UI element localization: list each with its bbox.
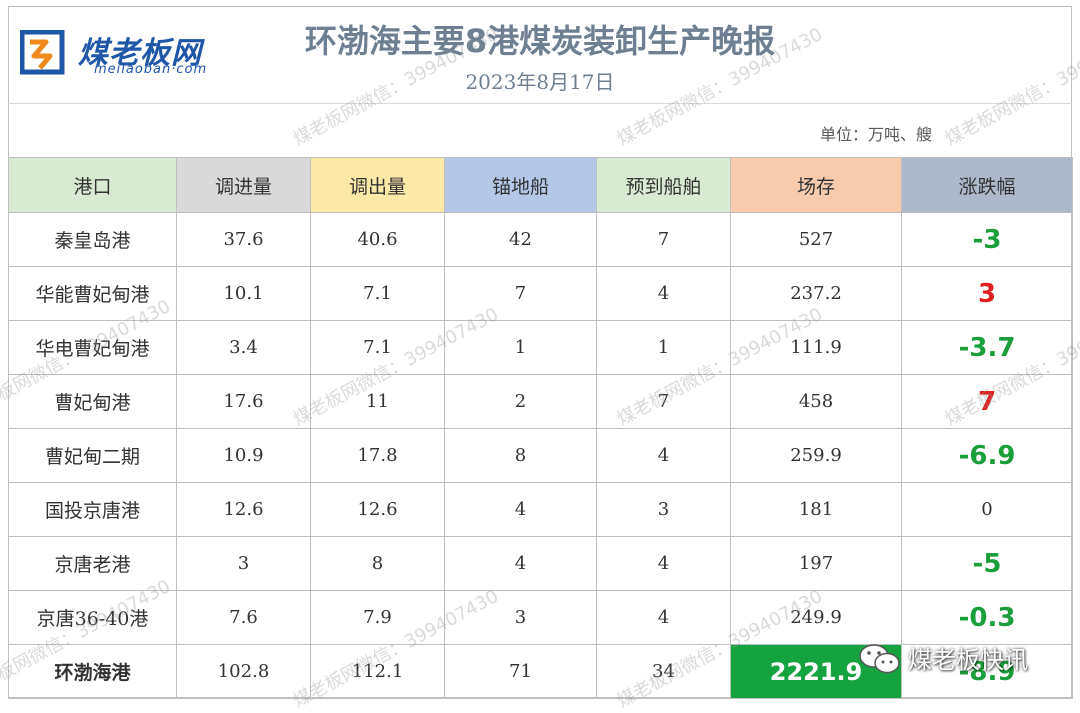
header-stock: 场存	[730, 157, 902, 213]
cell-anchor: 2	[444, 374, 597, 429]
cell-expected: 7	[596, 212, 731, 267]
table-header-row: 港口 调进量 调出量 锚地船 预到船舶 场存 涨跌幅	[8, 157, 1073, 213]
cell-stock: 111.9	[730, 320, 902, 375]
cell-out: 12.6	[310, 482, 445, 537]
cell-out: 7.9	[310, 590, 445, 645]
cell-anchor: 1	[444, 320, 597, 375]
table-row: 华能曹妃甸港 10.1 7.1 7 4 237.2 3	[8, 266, 1073, 321]
port-data-table: 港口 调进量 调出量 锚地船 预到船舶 场存 涨跌幅 秦皇岛港 37.6 40.…	[8, 157, 1073, 699]
cell-in: 37.6	[176, 212, 311, 267]
logo-mark-icon	[20, 30, 65, 75]
table-row: 曹妃甸二期 10.9 17.8 8 4 259.9 -6.9	[8, 428, 1073, 483]
header-out: 调出量	[310, 157, 445, 213]
cell-out: 112.1	[310, 644, 445, 699]
cell-expected: 4	[596, 428, 731, 483]
cell-in: 10.1	[176, 266, 311, 321]
cell-port: 曹妃甸港	[8, 374, 177, 429]
cell-change: -3.7	[901, 320, 1073, 375]
cell-change: -6.9	[901, 428, 1073, 483]
cell-stock: 527	[730, 212, 902, 267]
cell-port: 环渤海港	[8, 644, 177, 699]
cell-stock: 458	[730, 374, 902, 429]
cell-change: 7	[901, 374, 1073, 429]
cell-expected: 4	[596, 536, 731, 591]
cell-out: 8	[310, 536, 445, 591]
cell-change: 3	[901, 266, 1073, 321]
cell-port: 华能曹妃甸港	[8, 266, 177, 321]
wechat-account-name: 煤老板快讯	[908, 646, 1028, 674]
cell-change: 0	[901, 482, 1073, 537]
unit-label: 单位：万吨、艘	[820, 125, 933, 144]
cell-port: 秦皇岛港	[8, 212, 177, 267]
cell-stock: 237.2	[730, 266, 902, 321]
cell-anchor: 71	[444, 644, 597, 699]
cell-port: 京唐老港	[8, 536, 177, 591]
cell-out: 7.1	[310, 266, 445, 321]
cell-in: 12.6	[176, 482, 311, 537]
cell-port: 曹妃甸二期	[8, 428, 177, 483]
title-divider	[8, 103, 1072, 104]
cell-expected: 4	[596, 590, 731, 645]
cell-anchor: 4	[444, 536, 597, 591]
cell-expected: 34	[596, 644, 731, 699]
cell-change: -3	[901, 212, 1073, 267]
cell-in: 10.9	[176, 428, 311, 483]
header-expected: 预到船舶	[596, 157, 731, 213]
cell-anchor: 8	[444, 428, 597, 483]
cell-anchor: 4	[444, 482, 597, 537]
table-row: 华电曹妃甸港 3.4 7.1 1 1 111.9 -3.7	[8, 320, 1073, 375]
cell-out: 11	[310, 374, 445, 429]
table-row: 国投京唐港 12.6 12.6 4 3 181 0	[8, 482, 1073, 537]
cell-in: 3.4	[176, 320, 311, 375]
logo-domain: meilaoban·com	[94, 62, 208, 77]
cell-in: 3	[176, 536, 311, 591]
cell-expected: 4	[596, 266, 731, 321]
table-row: 曹妃甸港 17.6 11 2 7 458 7	[8, 374, 1073, 429]
header-change: 涨跌幅	[901, 157, 1073, 213]
cell-stock: 259.9	[730, 428, 902, 483]
header-in: 调进量	[176, 157, 311, 213]
wechat-account-badge: 煤老板快讯	[858, 636, 1058, 680]
report-title: 环渤海主要8港煤炭装卸生产晚报	[304, 22, 776, 60]
table-row: 秦皇岛港 37.6 40.6 42 7 527 -3	[8, 212, 1073, 267]
cell-stock: 181	[730, 482, 902, 537]
cell-port: 国投京唐港	[8, 482, 177, 537]
cell-port: 华电曹妃甸港	[8, 320, 177, 375]
cell-change: -5	[901, 536, 1073, 591]
cell-in: 17.6	[176, 374, 311, 429]
cell-in: 102.8	[176, 644, 311, 699]
cell-anchor: 3	[444, 590, 597, 645]
cell-out: 17.8	[310, 428, 445, 483]
wechat-icon	[859, 644, 900, 674]
cell-expected: 1	[596, 320, 731, 375]
cell-expected: 3	[596, 482, 731, 537]
cell-out: 7.1	[310, 320, 445, 375]
cell-in: 7.6	[176, 590, 311, 645]
header-port: 港口	[8, 157, 177, 213]
site-logo: 煤老板网 meilaoban·com	[20, 30, 260, 78]
header-anchor: 锚地船	[444, 157, 597, 213]
cell-anchor: 7	[444, 266, 597, 321]
cell-port: 京唐36-40港	[8, 590, 177, 645]
cell-anchor: 42	[444, 212, 597, 267]
cell-out: 40.6	[310, 212, 445, 267]
cell-stock: 197	[730, 536, 902, 591]
report-date: 2023年8月17日	[465, 70, 615, 94]
cell-expected: 7	[596, 374, 731, 429]
table-row: 京唐老港 3 8 4 4 197 -5	[8, 536, 1073, 591]
